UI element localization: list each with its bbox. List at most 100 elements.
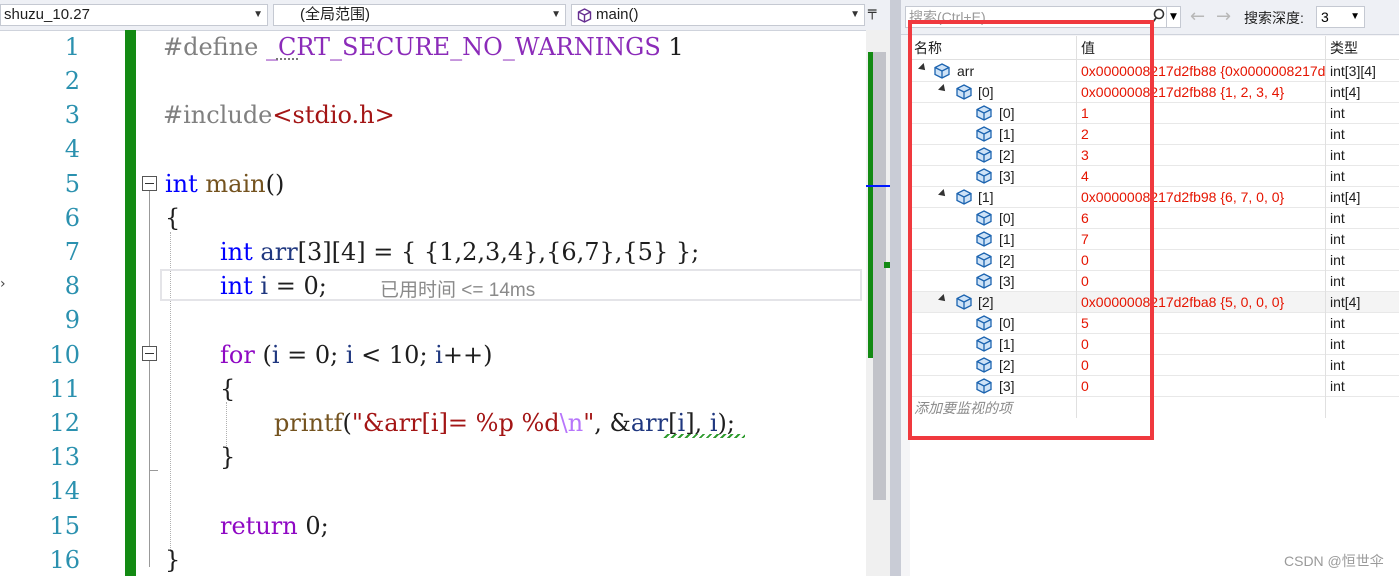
keyword-return: return [220,512,298,540]
string-quote: " [583,409,595,437]
line-number: 11 [49,375,80,403]
code-punct: , & [594,409,631,437]
member-dropdown[interactable]: main() ▼ [571,4,865,26]
watch-value: 0 [1081,357,1089,373]
expand-triangle-icon[interactable] [918,63,928,73]
column-header-type[interactable]: 类型 [1326,36,1399,60]
code-line-16[interactable]: } [165,546,180,574]
watch-search-input[interactable]: 搜索(Ctrl+E) [905,6,1167,28]
add-watch-item[interactable]: 添加要监视的项 [914,398,1012,418]
code-editor[interactable]: shuzu_10.27 ▼ (全局范围) ▼ main() ▼ ╤ › 1 2 … [0,0,890,576]
split-window-icon[interactable]: ╤ [868,4,876,20]
watch-type: int [1330,315,1345,331]
code-line-1[interactable]: #define _CRT_SECURE_NO_WARNINGS 1 [163,33,684,61]
watch-name: [1] [999,336,1015,352]
code-punct: ( [342,409,352,437]
column-header-name[interactable]: 名称 [910,36,1077,60]
panel-splitter[interactable] [890,0,901,576]
search-forward-arrow-icon[interactable]: → [1216,6,1231,27]
line-number: 1 [64,33,80,61]
collapse-for-toggle[interactable] [142,346,157,361]
line-number: 10 [49,341,80,369]
variable-i: i [435,341,443,369]
watch-value: 0x0000008217d2fba8 {5, 0, 0, 0} [1081,294,1285,310]
perf-tip[interactable]: 已用时间 <= 14ms [380,275,535,302]
code-line-8[interactable]: int i = 0; [220,272,327,300]
code-punct: ( [254,341,272,369]
watch-name: arr [957,63,975,79]
code-line-6[interactable]: { [165,204,180,232]
watch-name: [3] [999,168,1015,184]
line-number: 2 [64,67,80,95]
code-line-3[interactable]: #include<stdio.h> [163,101,395,129]
code-punct: ++) [442,341,493,369]
watch-name: [0] [999,210,1015,226]
variable-cube-icon [956,84,972,100]
code-line-10[interactable]: for (i = 0; i < 10; i++) [220,341,492,369]
watch-type: int[3][4] [1330,63,1376,79]
watch-value: 3 [1081,147,1089,163]
escape-sequence: \n [559,409,584,437]
scope-dropdown[interactable]: (全局范围) ▼ [273,4,566,26]
variable-i: i [271,341,280,369]
project-dropdown[interactable]: shuzu_10.27 ▼ [0,4,268,26]
line-number: 5 [64,170,80,198]
macro-name: _CRT_SECURE_NO_WARNINGS [265,33,661,61]
watch-value: 2 [1081,126,1089,142]
scrollbar-thumb[interactable] [873,52,886,500]
keyword-int: int [165,170,198,198]
code-line-12[interactable]: printf("&arr[i]= %p %d\n", &arr[i], i); [274,409,735,437]
line-number: 14 [49,477,80,505]
watch-value: 6 [1081,210,1089,226]
format-string: "&arr[i]= %p %d [351,409,560,437]
code-line-5[interactable]: int main() [165,170,284,198]
variable-i: i [345,341,354,369]
project-dropdown-value: shuzu_10.27 [4,6,90,23]
watch-value: 5 [1081,315,1089,331]
change-tracking-bar [125,30,136,576]
watch-type: int[4] [1330,84,1361,100]
code-line-13[interactable]: } [220,443,235,471]
variable-cube-icon [956,189,972,205]
search-back-arrow-icon[interactable]: ← [1190,6,1205,27]
chevron-down-icon: ▼ [850,9,860,20]
search-depth-dropdown[interactable]: 3 ▼ [1316,6,1365,28]
macro-value: 1 [660,33,684,61]
code-line-15[interactable]: return 0; [220,512,329,540]
watch-name: [1] [999,126,1015,142]
code-punct: [ [668,409,678,437]
variable-cube-icon [934,63,950,79]
navigation-bar: shuzu_10.27 ▼ (全局范围) ▼ main() ▼ ╤ [0,0,890,31]
hint-dots [276,58,298,60]
warning-squiggle[interactable] [663,434,745,438]
breakpoint-margin-arrow-icon: › [0,276,6,292]
variable-cube-icon [976,231,992,247]
watch-type: int [1330,336,1345,352]
watch-type: int [1330,357,1345,373]
keyword-for: for [220,341,255,369]
watch-value: 0 [1081,336,1089,352]
line-number: 3 [64,101,80,129]
code-line-11[interactable]: { [220,375,235,403]
search-icon[interactable] [1152,8,1166,24]
fold-end-tick [150,470,158,471]
watch-name: [2] [999,357,1015,373]
include-directive: #include [163,101,273,129]
line-number: 9 [64,306,80,334]
column-header-value[interactable]: 值 [1077,36,1326,60]
expand-triangle-icon[interactable] [938,84,948,94]
variable-cube-icon [956,294,972,310]
expand-triangle-icon[interactable] [938,294,948,304]
search-options-dropdown[interactable]: ▼ [1166,6,1181,28]
column-divider[interactable] [1076,60,1077,418]
code-punct: ], [685,409,710,437]
watch-type: int [1330,105,1345,121]
indent-guide [226,402,227,448]
column-divider[interactable] [1325,60,1326,418]
variable-cube-icon [976,126,992,142]
collapse-main-toggle[interactable] [142,176,157,191]
variable-arr: arr [630,409,669,437]
expand-triangle-icon[interactable] [938,189,948,199]
code-line-7[interactable]: int arr[3][4] = { {1,2,3,4},{6,7},{5} }; [220,238,699,266]
watch-value: 7 [1081,231,1089,247]
